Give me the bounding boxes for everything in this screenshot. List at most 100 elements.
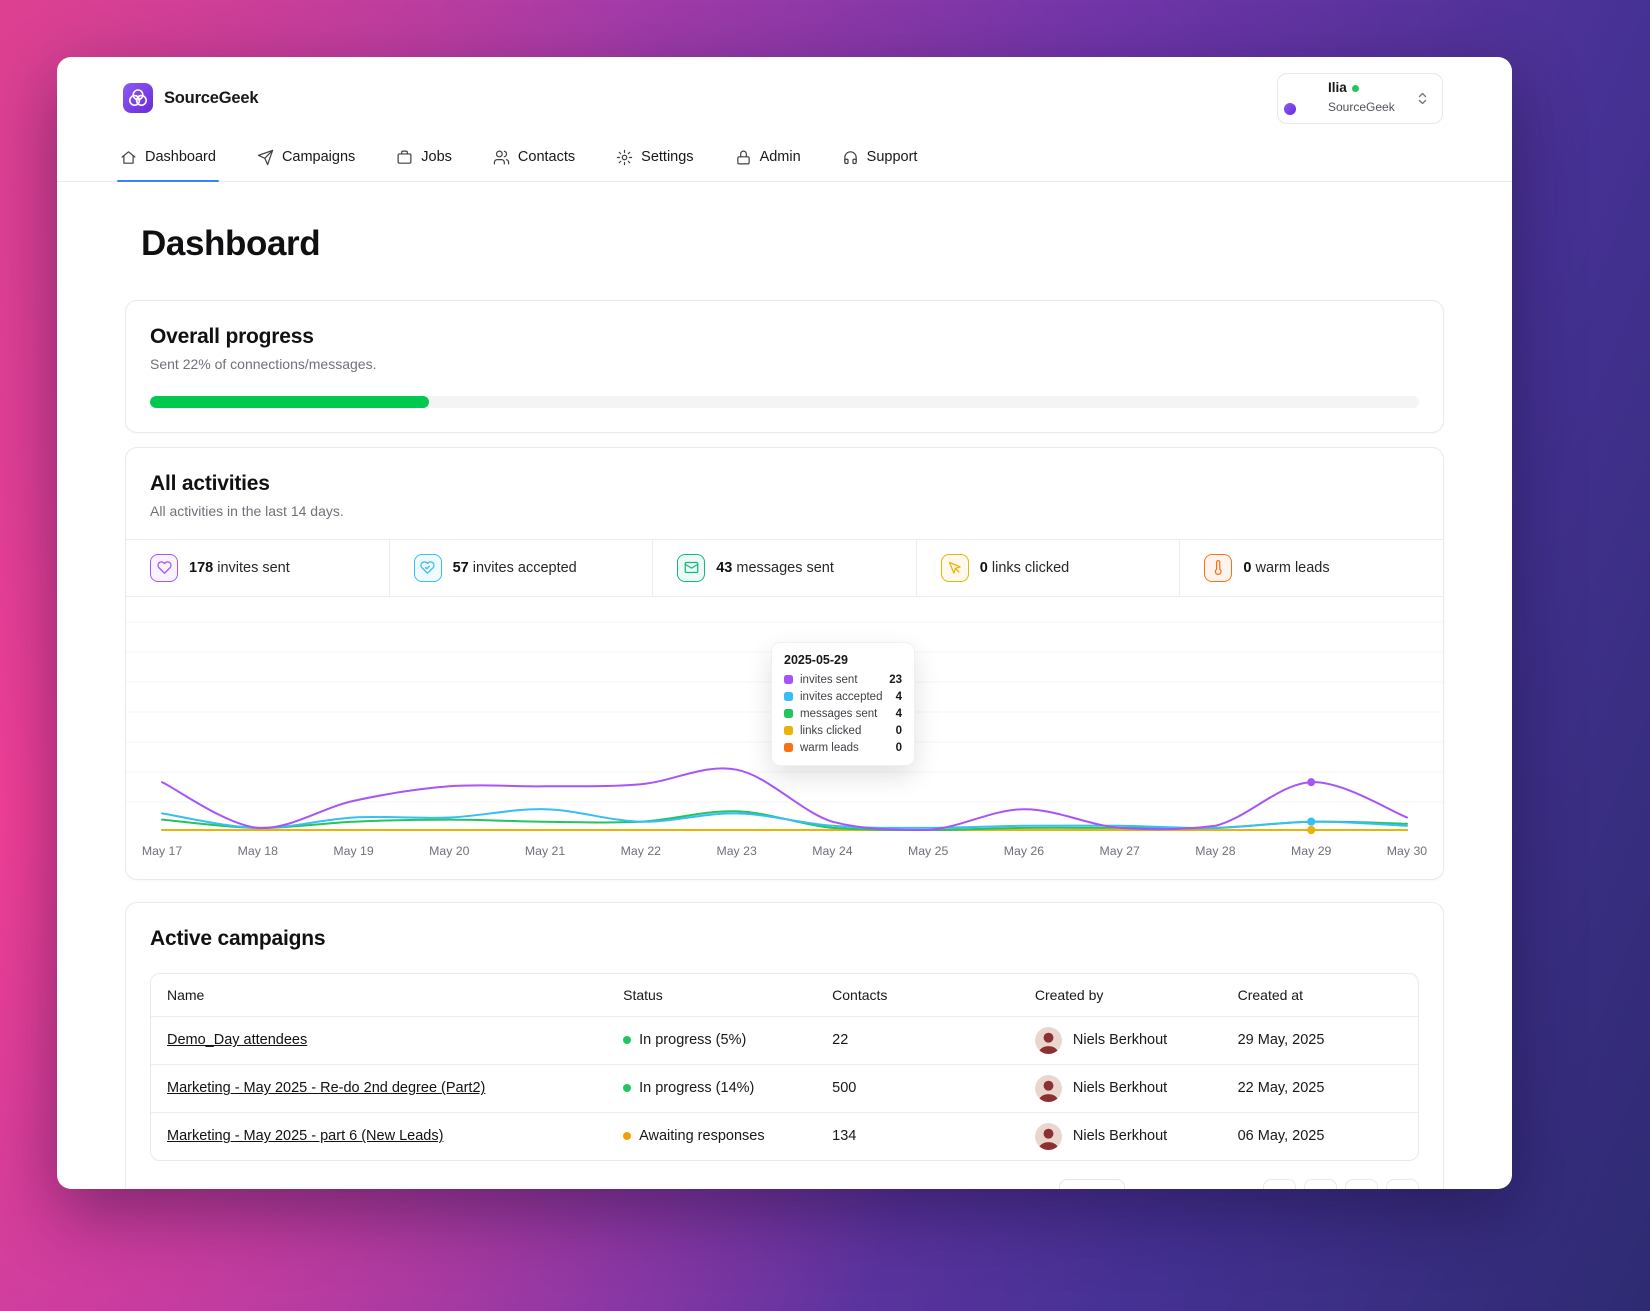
campaign-link[interactable]: Marketing - May 2025 - part 6 (New Leads… <box>167 1128 443 1144</box>
tab-settings[interactable]: Settings <box>613 136 696 181</box>
lock-icon <box>736 150 750 165</box>
prev-page-button[interactable] <box>1304 1178 1337 1189</box>
tab-label: Dashboard <box>145 149 216 166</box>
created-at: 22 May, 2025 <box>1221 1064 1418 1113</box>
gear-icon <box>616 149 633 166</box>
col-header-status: Status <box>607 973 817 1017</box>
tooltip-row: links clicked 0 <box>784 725 902 737</box>
col-header-created-by: Created by <box>1018 973 1222 1017</box>
cursor-click-icon <box>940 553 969 582</box>
campaign-link[interactable]: Demo_Day attendees <box>167 1032 307 1048</box>
account-switcher[interactable]: Ilia SourceGeek <box>1277 73 1443 124</box>
heart-check-icon <box>413 553 442 582</box>
rows-selected-text: 0 of 3 row(s) selected <box>150 1187 944 1189</box>
last-page-button[interactable] <box>1386 1178 1419 1189</box>
tooltip-value: 4 <box>895 690 902 703</box>
stat-messages-sent: 43 messages sent <box>653 539 917 596</box>
table-header-row: Name Status Contacts Created by Created … <box>151 973 1418 1017</box>
progress-fill <box>150 395 430 408</box>
svg-text:May 24: May 24 <box>812 844 853 858</box>
creator-avatar <box>1034 1122 1062 1150</box>
campaigns-table: Name Status Contacts Created by Created … <box>150 972 1419 1161</box>
brand: SourceGeek <box>123 83 259 114</box>
creator-name: Niels Berkhout <box>1072 1128 1168 1145</box>
campaign-link[interactable]: Marketing - May 2025 - Re-do 2nd degree … <box>167 1080 485 1096</box>
tooltip-label: messages sent <box>800 707 878 720</box>
user-name: Ilia <box>1328 80 1347 95</box>
overall-progress-title: Overall progress <box>150 324 314 348</box>
all-activities-card: All activities All activities in the las… <box>125 446 1444 880</box>
tab-label: Admin <box>759 149 801 166</box>
tooltip-label: invites sent <box>800 673 858 686</box>
invite-heart-icon <box>150 553 178 582</box>
rows-per-page-value: 50 <box>1072 1187 1088 1189</box>
series-swatch <box>784 709 793 719</box>
status-dot <box>623 1036 632 1045</box>
created-at: 06 May, 2025 <box>1237 1128 1325 1145</box>
creator-name: Niels Berkhout <box>1072 1080 1168 1097</box>
campaigns-title: Active campaigns <box>150 926 326 950</box>
tooltip-value: 0 <box>895 741 902 754</box>
tab-campaigns[interactable]: Campaigns <box>254 136 358 181</box>
status-text: In progress (14%) <box>639 1080 755 1097</box>
svg-text:May 20: May 20 <box>429 844 470 858</box>
next-page-button[interactable] <box>1345 1178 1378 1189</box>
stat-label: invites accepted <box>472 559 577 576</box>
svg-text:May 18: May 18 <box>238 844 279 858</box>
tab-admin[interactable]: Admin <box>732 136 804 181</box>
tooltip-value: 0 <box>895 724 902 737</box>
col-header-contacts: Contacts <box>816 973 1019 1017</box>
tooltip-row: invites sent 23 <box>784 674 902 686</box>
table-row[interactable]: Marketing - May 2025 - part 6 (New Leads… <box>151 1112 1418 1160</box>
overall-progress-subtitle: Sent 22% of connections/messages. <box>150 355 377 372</box>
activities-subtitle: All activities in the last 14 days. <box>150 502 344 519</box>
sourcegeek-logo-icon <box>123 83 153 114</box>
users-icon <box>493 150 510 165</box>
page-title: Dashboard <box>141 223 321 263</box>
stat-value: 0 <box>1243 559 1252 576</box>
stat-invites-sent: 178 invites sent <box>126 539 390 596</box>
creator-avatar <box>1034 1074 1062 1102</box>
created-at: 29 May, 2025 <box>1221 1016 1418 1065</box>
activities-title: All activities <box>150 471 270 495</box>
brand-name: SourceGeek <box>164 88 259 107</box>
table-row[interactable]: Marketing - May 2025 - Re-do 2nd degree … <box>151 1064 1418 1113</box>
tab-label: Campaigns <box>281 149 356 166</box>
org-badge-icon <box>1282 100 1298 117</box>
table-row[interactable]: Demo_Day attendees In progress (5%) 22 N… <box>151 1016 1418 1065</box>
svg-text:May 23: May 23 <box>716 844 757 858</box>
primary-nav: Dashboard Campaigns Jobs Contacts Settin… <box>57 136 1512 182</box>
tooltip-value: 4 <box>895 707 902 720</box>
col-header-created-at: Created at <box>1221 973 1418 1017</box>
first-page-button[interactable] <box>1263 1178 1296 1189</box>
app-window: SourceGeek Ilia SourceGeek Dashboard Cam… <box>57 57 1512 1189</box>
briefcase-icon <box>397 150 412 164</box>
tab-jobs[interactable]: Jobs <box>393 136 455 181</box>
stat-value: 178 <box>189 559 214 576</box>
status-dot <box>623 1132 632 1141</box>
contacts-count: 134 <box>832 1128 857 1145</box>
series-swatch <box>784 675 793 685</box>
user-org: SourceGeek <box>1328 99 1395 114</box>
overall-progress-card: Overall progress Sent 22% of connections… <box>125 299 1444 433</box>
status-dot <box>623 1084 632 1093</box>
tooltip-label: invites accepted <box>800 690 883 703</box>
svg-text:May 17: May 17 <box>142 844 183 858</box>
chevron-left-icon <box>1313 1188 1328 1189</box>
online-status-dot <box>1351 84 1359 92</box>
svg-text:May 27: May 27 <box>1100 844 1141 858</box>
tab-support[interactable]: Support <box>839 136 921 181</box>
svg-text:May 28: May 28 <box>1195 844 1236 858</box>
tab-dashboard[interactable]: Dashboard <box>117 136 219 182</box>
tab-label: Contacts <box>517 149 576 166</box>
progress-bar-track <box>150 395 1419 408</box>
svg-text:May 30: May 30 <box>1387 844 1428 858</box>
tooltip-row: messages sent 4 <box>784 708 902 720</box>
svg-text:May 22: May 22 <box>621 844 662 858</box>
tooltip-row: invites accepted 4 <box>784 691 902 703</box>
rows-per-page-select[interactable]: 50 <box>1058 1179 1126 1189</box>
tab-contacts[interactable]: Contacts <box>490 136 578 181</box>
table-footer: 0 of 3 row(s) selected Rows per page 50 … <box>150 1178 1419 1189</box>
svg-text:May 29: May 29 <box>1291 844 1332 858</box>
stat-label: invites sent <box>217 559 290 576</box>
